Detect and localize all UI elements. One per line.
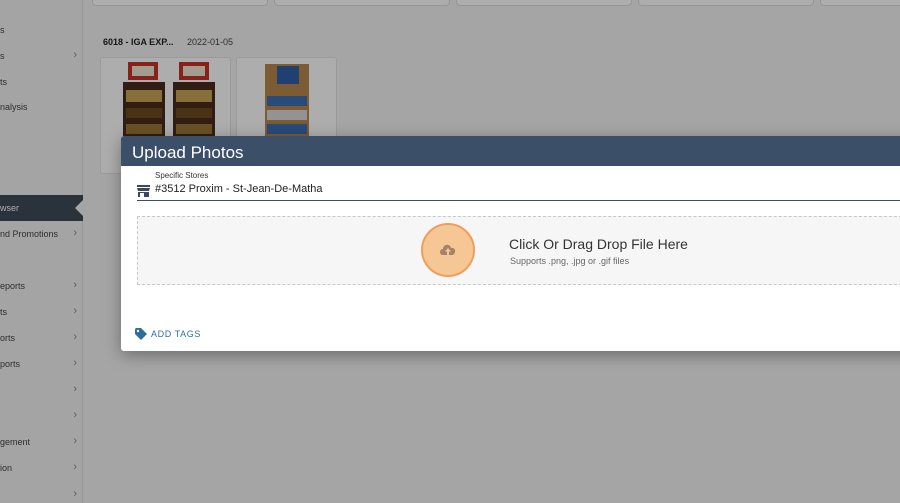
specific-stores-field[interactable]: #3512 Proxim - St-Jean-De-Matha (137, 182, 900, 201)
upload-button[interactable] (421, 223, 475, 277)
dropzone-title: Click Or Drag Drop File Here (509, 236, 688, 252)
tag-icon (135, 327, 147, 345)
file-dropzone[interactable]: Click Or Drag Drop File Here Supports .p… (137, 216, 900, 285)
dropzone-subtitle: Supports .png, .jpg or .gif files (510, 256, 630, 266)
add-tags-label: ADD TAGS (151, 329, 201, 339)
cloud-upload-icon (440, 244, 456, 255)
upload-photos-modal: Upload Photos Specific Stores #3512 Prox… (121, 136, 900, 351)
specific-stores-value: #3512 Proxim - St-Jean-De-Matha (155, 183, 323, 195)
modal-title: Upload Photos (121, 136, 900, 166)
specific-stores-label: Specific Stores (155, 171, 209, 180)
store-icon (137, 184, 150, 202)
